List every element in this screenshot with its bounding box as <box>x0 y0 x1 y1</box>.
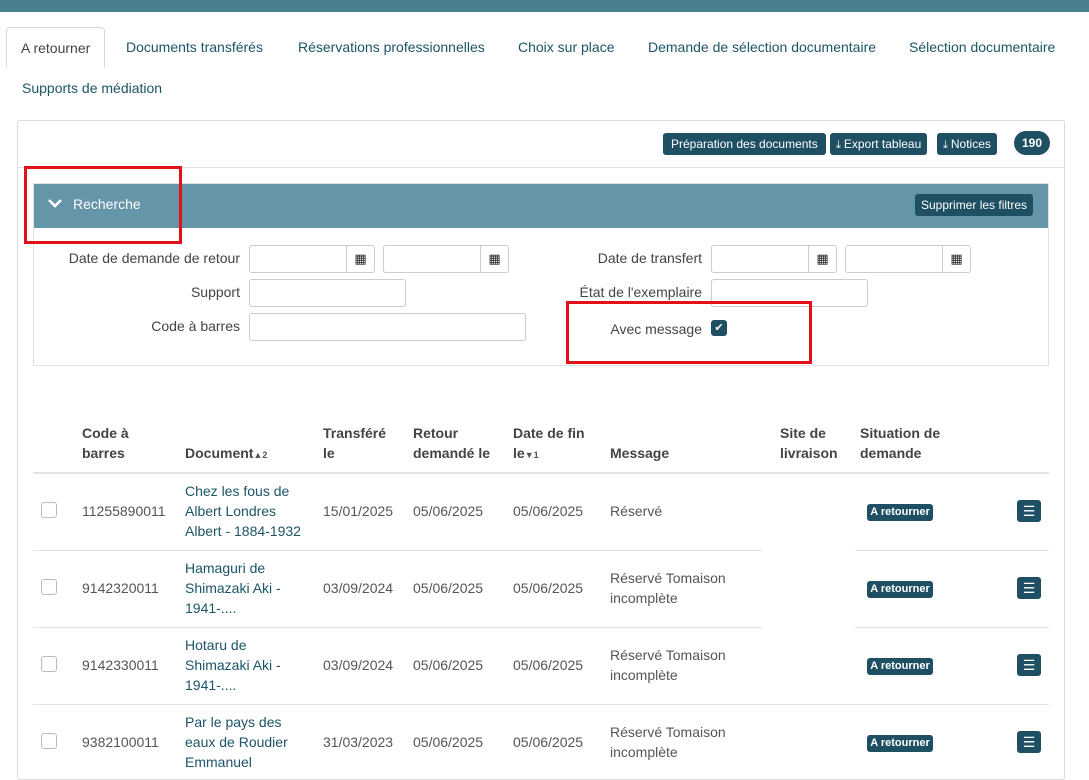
support-input[interactable] <box>249 279 406 307</box>
search-panel: Recherche Supprimer les filtres <box>33 183 1049 366</box>
date-transfert-label: Date de transfert <box>597 250 702 266</box>
clear-filters-button[interactable]: Supprimer les filtres <box>915 194 1034 216</box>
calendar-icon[interactable]: ▦ <box>346 245 374 273</box>
row-checkbox[interactable] <box>41 579 57 595</box>
notices-label: Notices <box>950 137 991 151</box>
date-transfert-from-input[interactable]: ▦ <box>711 245 837 273</box>
sort-order: 2 <box>262 450 268 460</box>
date-demande-from-input[interactable]: ▦ <box>249 245 375 273</box>
row-message: Réservé Tomaison incomplète <box>610 647 726 683</box>
tab-documents-transferes[interactable]: Documents transférés <box>126 27 263 68</box>
tab-demande-selection-documentaire[interactable]: Demande de sélection documentaire <box>648 27 876 68</box>
row-transfere: 15/01/2025 <box>323 503 394 519</box>
status-badge: A retourner <box>867 504 933 521</box>
header-situation-demande[interactable]: Situation de demande <box>860 423 950 463</box>
download-icon: ⤓ <box>836 139 841 151</box>
row-checkbox[interactable] <box>41 502 57 518</box>
row-document-link[interactable]: Chez les fous de Albert Londres Albert -… <box>185 481 310 541</box>
support-label: Support <box>190 284 240 300</box>
row-document-link[interactable]: Par le pays des eaux de Roudier Emmanuel <box>185 712 300 772</box>
sort-order: 1 <box>533 450 539 460</box>
row-date-fin: 05/06/2025 <box>513 580 584 596</box>
date-transfert-to-input[interactable]: ▦ <box>845 245 971 273</box>
header-code-barres[interactable]: Code à barres <box>82 423 152 463</box>
date-demande-retour-label: Date de demande de retour <box>68 250 240 266</box>
calendar-icon[interactable]: ▦ <box>480 245 508 273</box>
row-divider <box>33 550 762 551</box>
row-date-fin: 05/06/2025 <box>513 657 584 673</box>
header-divider <box>33 472 1049 474</box>
row-divider <box>33 627 762 628</box>
preparation-documents-label: Préparation des documents <box>671 137 818 151</box>
list-icon[interactable]: ☰ <box>1017 731 1041 753</box>
row-document-link[interactable]: Hotaru de Shimazaki Aki - 1941-.... <box>185 635 295 695</box>
row-date-fin: 05/06/2025 <box>513 734 584 750</box>
row-code: 9142320011 <box>82 580 159 596</box>
row-retour: 05/06/2025 <box>413 580 484 596</box>
status-badge: A retourner <box>867 581 933 598</box>
download-icon: ⤓ <box>943 139 948 151</box>
date-demande-to-input[interactable]: ▦ <box>383 245 509 273</box>
row-message: Réservé Tomaison incomplète <box>610 570 726 606</box>
export-tableau-button[interactable]: ⤓ Export tableau <box>830 133 928 155</box>
notices-button[interactable]: ⤓ Notices <box>937 133 997 155</box>
row-checkbox[interactable] <box>41 656 57 672</box>
highlight-recherche <box>24 166 182 244</box>
row-retour: 05/06/2025 <box>413 503 484 519</box>
list-icon[interactable]: ☰ <box>1017 654 1041 676</box>
status-badge: A retourner <box>867 658 933 675</box>
row-code: 9142330011 <box>82 657 159 673</box>
header-retour-demande[interactable]: Retour demandé le <box>413 423 493 463</box>
tab-a-retourner[interactable]: A retourner <box>6 27 106 68</box>
header-document-label: Document <box>185 445 254 461</box>
tab-supports-de-mediation[interactable]: Supports de médiation <box>22 68 162 109</box>
header-date-fin[interactable]: Date de fin le▼1 <box>513 423 593 465</box>
row-code: 11255890011 <box>82 503 166 519</box>
calendar-icon[interactable]: ▦ <box>942 245 970 273</box>
search-header[interactable]: Recherche Supprimer les filtres <box>34 184 1048 228</box>
row-message: Réservé <box>610 503 663 519</box>
top-bar <box>0 0 1089 12</box>
list-icon[interactable]: ☰ <box>1017 500 1041 522</box>
sort-desc-icon: ▼ <box>524 450 534 460</box>
row-transfere: 31/03/2023 <box>323 734 394 750</box>
count-badge: 190 <box>1014 131 1050 155</box>
header-document[interactable]: Document▲2 <box>185 443 267 465</box>
row-transfere: 03/09/2024 <box>323 580 394 596</box>
row-divider <box>855 550 1049 551</box>
highlight-avec-message <box>566 301 812 364</box>
preparation-documents-button[interactable]: Préparation des documents <box>663 133 826 155</box>
row-divider <box>855 627 1049 628</box>
row-checkbox[interactable] <box>41 733 57 749</box>
row-divider <box>33 704 1049 705</box>
row-date-fin: 05/06/2025 <box>513 503 584 519</box>
etat-exemplaire-label: État de l'exemplaire <box>579 284 702 300</box>
header-message[interactable]: Message <box>610 443 669 463</box>
tab-reservations-professionnelles[interactable]: Réservations professionnelles <box>298 27 485 68</box>
export-tableau-label: Export tableau <box>843 137 922 151</box>
header-transfere-le[interactable]: Transféré le <box>323 423 393 463</box>
list-icon[interactable]: ☰ <box>1017 577 1041 599</box>
row-document-link[interactable]: Hamaguri de Shimazaki Aki - 1941-.... <box>185 558 295 618</box>
row-message: Réservé Tomaison incomplète <box>610 724 726 760</box>
header-site-livraison[interactable]: Site de livraison <box>780 423 850 463</box>
calendar-icon[interactable]: ▦ <box>808 245 836 273</box>
row-transfere: 03/09/2024 <box>323 657 394 673</box>
code-barres-input[interactable] <box>249 313 526 341</box>
row-code: 9382100011 <box>82 734 159 750</box>
row-retour: 05/06/2025 <box>413 657 484 673</box>
status-badge: A retourner <box>867 735 933 752</box>
row-retour: 05/06/2025 <box>413 734 484 750</box>
tab-selection-documentaire[interactable]: Sélection documentaire <box>909 27 1055 68</box>
code-barres-label: Code à barres <box>151 318 240 334</box>
tab-choix-sur-place[interactable]: Choix sur place <box>518 27 615 68</box>
